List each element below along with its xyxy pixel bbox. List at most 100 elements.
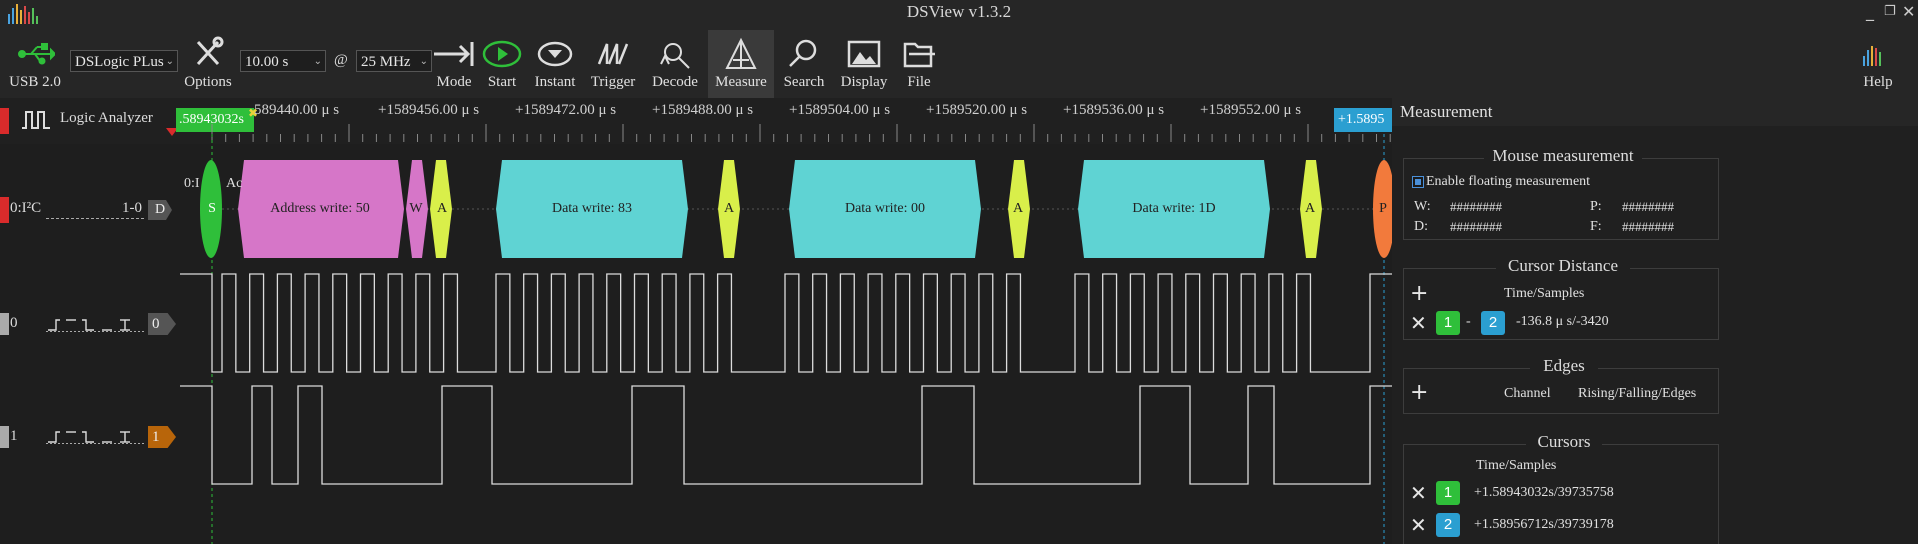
start-button[interactable]: Start (480, 34, 524, 91)
start-label: Start (487, 74, 517, 90)
channel-header: Channel (1504, 386, 1551, 401)
ch0-color-bar (0, 313, 9, 335)
cursor-distance-title: Cursor Distance (1496, 256, 1630, 276)
decoder-inner-label: 0:I (184, 176, 200, 191)
at-label: @ (334, 52, 348, 68)
rate-value: 25 MHz (361, 54, 411, 70)
packet-data: Data write: 00 (844, 201, 926, 216)
packet-write-bit: W (409, 201, 423, 216)
add-icon[interactable]: + (1410, 382, 1428, 404)
packet-data: Data write: 83 (551, 201, 633, 216)
trigger-type-icon[interactable] (46, 428, 144, 449)
cursors-title: Cursors (1526, 432, 1602, 452)
packet-start: S (208, 201, 216, 216)
display-label: Display (840, 74, 888, 90)
instant-icon (530, 34, 580, 72)
usb-label: USB 2.0 (9, 74, 61, 90)
trigger-label: Trigger (590, 74, 636, 90)
packet-data: Data write: 1D (1132, 201, 1216, 216)
decode-button[interactable]: Decode (648, 34, 702, 91)
d-value: ######## (1450, 219, 1502, 234)
tools-icon (182, 34, 234, 72)
time-samples-header: Time/Samples (1504, 286, 1585, 301)
options-button[interactable]: Options (182, 34, 234, 91)
close-button[interactable]: ✕ (1902, 2, 1915, 21)
display-icon (836, 34, 892, 72)
distance-value: -136.8 μ s/-3420 (1516, 314, 1609, 329)
floating-checkbox[interactable] (1412, 176, 1424, 188)
remove-icon[interactable]: ✕ (1410, 482, 1427, 504)
floating-label: Enable floating measurement (1426, 174, 1591, 189)
rate-select[interactable]: 25 MHz ⌄ (356, 50, 432, 72)
chevron-down-icon: ⌄ (165, 56, 174, 67)
usb-icon (8, 34, 62, 72)
minimize-button[interactable]: _ (1866, 2, 1874, 21)
w-label: W: (1414, 199, 1431, 214)
duration-value: 10.00 s (245, 54, 289, 70)
device-select[interactable]: DSLogic PLus ⌄ (70, 50, 178, 72)
decoder-inner-label2: Ac (226, 176, 243, 191)
ch0-waveform (180, 273, 1392, 373)
cursors-ts-header: Time/Samples (1476, 458, 1557, 473)
trigger-type-icon[interactable] (46, 316, 144, 337)
mode-button[interactable]: Mode (432, 34, 476, 91)
duration-select[interactable]: 10.00 s ⌄ (240, 50, 326, 72)
file-button[interactable]: File (898, 34, 940, 91)
packet-ack: A (723, 201, 735, 216)
distance-cursor1-box[interactable]: 1 (1436, 311, 1460, 335)
decoder-underline (46, 218, 144, 219)
display-button[interactable]: Display (836, 34, 892, 91)
restore-button[interactable]: ❐ (1884, 4, 1896, 19)
ch1-waveform (180, 385, 1392, 485)
add-icon[interactable]: + (1410, 283, 1428, 305)
ch1-index: 1 (10, 428, 18, 444)
measure-icon (710, 34, 772, 72)
packet-address: Address write: 50 (270, 201, 370, 216)
cursor1-box[interactable]: 1 (1436, 481, 1460, 505)
packet-stop: P (1379, 201, 1387, 216)
play-icon (480, 34, 524, 72)
help-logo-icon (1858, 34, 1898, 72)
edges-title: Edges (1530, 356, 1598, 376)
d-label: D: (1414, 219, 1428, 234)
decoder-range: 1-0 (122, 200, 142, 216)
decode-icon (648, 34, 702, 72)
ruler-minor-ticks (211, 124, 1391, 142)
packet-ack: A (436, 201, 448, 216)
remove-icon[interactable]: ✕ (1410, 514, 1427, 536)
ch1-color-bar (0, 426, 9, 448)
packet-ack: A (1012, 201, 1024, 216)
instant-button[interactable]: Instant (530, 34, 580, 91)
waveform-svg (180, 124, 1392, 544)
distance-sep: - (1466, 314, 1471, 329)
w-value: ######## (1450, 199, 1502, 214)
decode-label: Decode (652, 74, 698, 90)
options-label: Options (184, 74, 232, 90)
cursor2-box[interactable]: 2 (1436, 513, 1460, 537)
p-value: ######## (1622, 199, 1674, 214)
measure-label: Measure (715, 74, 767, 90)
rfe-header: Rising/Falling/Edges (1578, 386, 1697, 401)
search-label: Search (783, 74, 825, 90)
remove-icon[interactable]: ✕ (1410, 312, 1427, 334)
help-button[interactable]: Help (1858, 34, 1898, 91)
file-label: File (907, 74, 931, 90)
search-icon (780, 34, 828, 72)
measure-button[interactable]: Measure (710, 34, 772, 91)
help-label: Help (1863, 74, 1893, 90)
packet-ack: A (1304, 201, 1316, 216)
cursor2-value: +1.58956712s/39739178 (1474, 517, 1614, 532)
search-button[interactable]: Search (780, 34, 828, 91)
mode-label: Mode (436, 74, 472, 90)
cursor1-value: +1.58943032s/39735758 (1474, 485, 1614, 500)
distance-cursor2-box[interactable]: 2 (1481, 311, 1505, 335)
mode-arrow-icon (432, 34, 476, 72)
chevron-down-icon: ⌄ (419, 56, 428, 67)
ch0-index: 0 (10, 315, 18, 331)
device-select-value: DSLogic PLus (75, 54, 164, 70)
panel-title: Measurement (1392, 98, 1918, 126)
p-label: P: (1590, 199, 1602, 214)
window-title: DSView v1.3.2 (906, 2, 1012, 21)
trigger-button[interactable]: Trigger (588, 34, 638, 91)
f-value: ######## (1622, 219, 1674, 234)
